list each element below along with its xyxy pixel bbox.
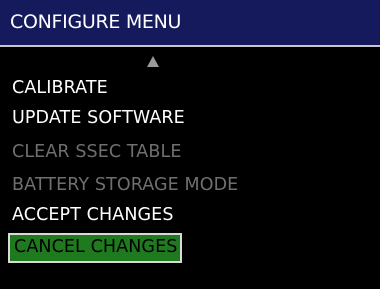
- menu-item-update-software[interactable]: UPDATE SOFTWARE: [8, 104, 188, 132]
- configure-menu-screen: CONFIGURE MENU CALIBRATE UPDATE SOFTWARE…: [0, 0, 380, 289]
- menu-item-clear-ssec-table: CLEAR SSEC TABLE: [12, 142, 182, 162]
- scroll-up-icon[interactable]: [147, 56, 159, 67]
- menu-item-battery-storage-mode: BATTERY STORAGE MODE: [12, 175, 239, 195]
- menu-item-calibrate[interactable]: CALIBRATE: [8, 74, 111, 102]
- title-bar: CONFIGURE MENU: [0, 0, 380, 47]
- menu-title: CONFIGURE MENU: [10, 11, 182, 33]
- menu-item-cancel-changes[interactable]: CANCEL CHANGES: [8, 233, 183, 263]
- menu-item-accept-changes[interactable]: ACCEPT CHANGES: [8, 201, 177, 229]
